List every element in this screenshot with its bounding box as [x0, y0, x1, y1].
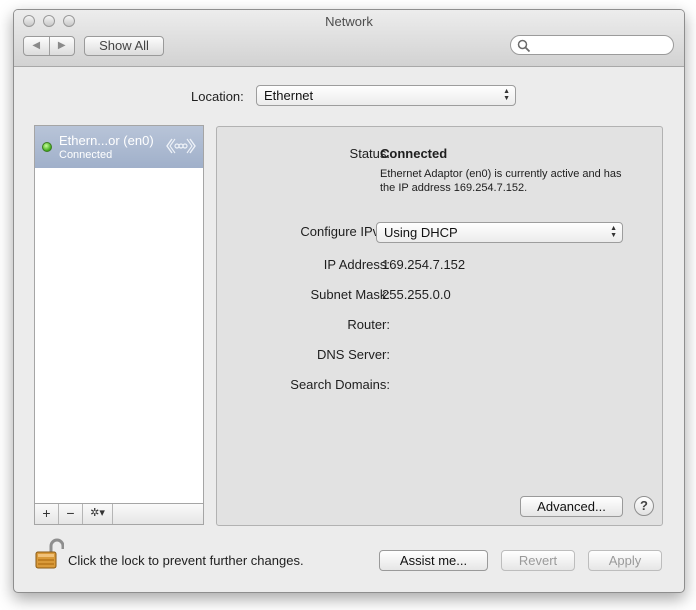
status-indicator-icon	[42, 142, 52, 152]
window-title: Network	[325, 14, 373, 29]
network-window: Network ◀ ▶ Show All Location: Ethernet …	[13, 9, 685, 593]
ip-address-value: 169.254.7.152	[382, 257, 466, 272]
location-label: Location:	[191, 89, 244, 104]
search-field[interactable]	[510, 35, 674, 55]
toolbar: Network ◀ ▶ Show All	[14, 10, 684, 67]
location-popup[interactable]: Ethernet ▲ ▼	[256, 85, 516, 106]
service-item-ethernet[interactable]: Ethern...or (en0) Connected	[35, 126, 203, 168]
lock-icon[interactable]	[34, 538, 64, 570]
back-forward-control: ◀ ▶	[23, 36, 75, 56]
location-value: Ethernet	[264, 88, 314, 103]
ip-address-label: IP Address:	[323, 257, 390, 272]
lock-message: Click the lock to prevent further change…	[68, 553, 304, 568]
status-value: Connected	[380, 146, 448, 161]
revert-button[interactable]: Revert	[501, 550, 575, 571]
forward-arrow-icon[interactable]: ▶	[50, 37, 75, 55]
add-service-button[interactable]: +	[35, 504, 59, 524]
help-button[interactable]: ?	[634, 496, 654, 516]
service-status: Connected	[59, 149, 113, 161]
back-arrow-icon[interactable]: ◀	[24, 37, 50, 55]
advanced-button[interactable]: Advanced...	[520, 496, 623, 517]
search-icon	[517, 39, 531, 53]
configure-ipv4-popup[interactable]: Using DHCP ▲ ▼	[376, 222, 623, 243]
gear-icon[interactable]: ✲▾	[83, 504, 113, 524]
router-label: Router:	[347, 317, 390, 332]
ethernet-icon	[166, 138, 196, 154]
service-name: Ethern...or (en0)	[59, 133, 154, 148]
remove-service-button[interactable]: −	[59, 504, 83, 524]
apply-button[interactable]: Apply	[588, 550, 662, 571]
search-domains-label: Search Domains:	[290, 377, 390, 392]
configure-ipv4-value: Using DHCP	[384, 225, 458, 240]
assist-me-button[interactable]: Assist me...	[379, 550, 488, 571]
popup-arrows-icon: ▲ ▼	[610, 225, 617, 239]
subnet-mask-label: Subnet Mask:	[310, 287, 391, 302]
service-list: Ethern...or (en0) Connected + − ✲▾	[34, 125, 204, 525]
status-description: Ethernet Adaptor (en0) is currently acti…	[380, 168, 622, 194]
dns-server-label: DNS Server:	[317, 347, 390, 362]
popup-arrows-icon: ▲ ▼	[503, 88, 510, 102]
show-all-button[interactable]: Show All	[84, 36, 164, 56]
service-list-toolbar: + − ✲▾	[35, 503, 203, 524]
subnet-mask-value: 255.255.0.0	[382, 287, 451, 302]
